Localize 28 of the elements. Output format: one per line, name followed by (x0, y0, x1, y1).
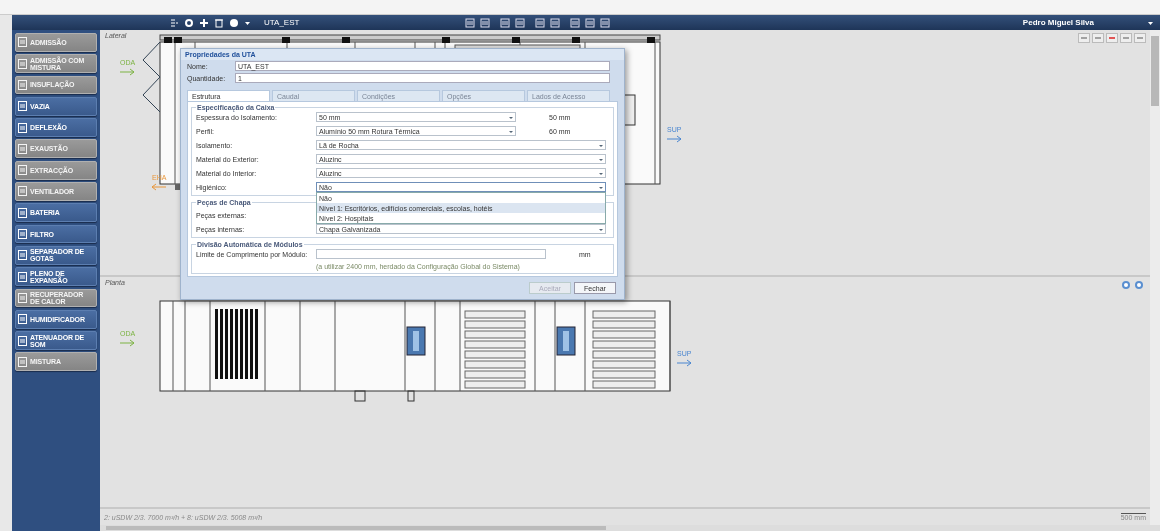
component-icon (18, 143, 27, 154)
component-icon (18, 80, 27, 90)
component-icon (18, 271, 27, 282)
trash-icon[interactable] (214, 17, 224, 28)
component-icon (18, 229, 27, 240)
component-icon (18, 314, 27, 325)
component-icon (18, 292, 27, 303)
document-name: UTA_EST (264, 18, 300, 27)
component-icon (18, 37, 27, 48)
input-field[interactable] (316, 249, 546, 259)
menu-icon[interactable] (170, 17, 179, 28)
component-icon (18, 186, 27, 197)
component-icon (18, 207, 27, 218)
caret-icon[interactable] (1148, 19, 1154, 26)
component-icon (18, 101, 27, 112)
component-icon (18, 58, 27, 69)
scrollbar[interactable] (1150, 30, 1160, 525)
scrollbar[interactable] (100, 525, 1160, 531)
component-icon (18, 356, 27, 367)
component-icon (18, 122, 27, 133)
component-icon (18, 335, 27, 346)
settings-icon[interactable] (184, 17, 194, 28)
component-icon (18, 250, 27, 261)
component-icon (18, 165, 27, 176)
user-name[interactable]: Pedro Miguel Silva (1022, 18, 1094, 27)
globe-icon[interactable] (229, 17, 239, 28)
add-icon[interactable] (199, 17, 209, 28)
caret-icon[interactable] (597, 226, 605, 233)
